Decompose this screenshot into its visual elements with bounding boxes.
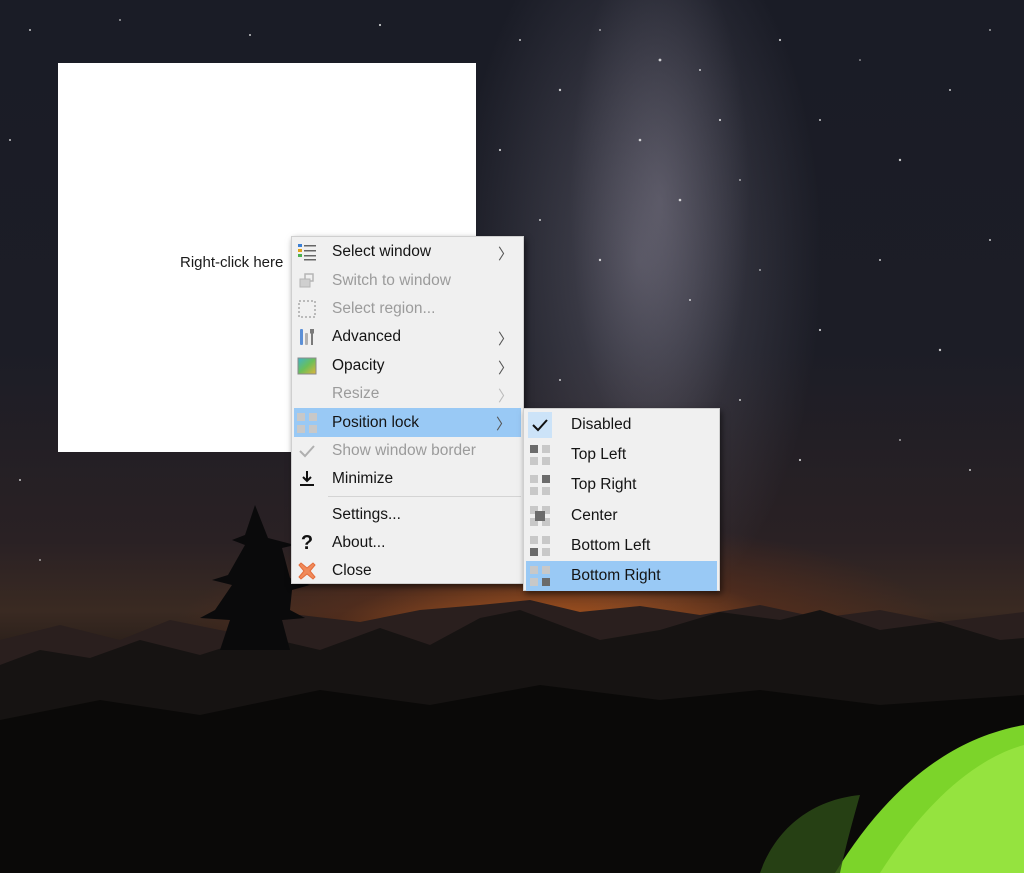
menu-item-switch-to-window[interactable]: Switch to window [292, 266, 523, 294]
close-icon [297, 561, 317, 581]
submenu-arrow-icon: 〉 [495, 416, 511, 434]
menu-item-label: Select window [332, 243, 432, 261]
submenu-arrow-icon: 〉 [497, 387, 513, 405]
submenu-item-label: Bottom Left [571, 536, 651, 554]
bottom-right-grid-icon [530, 566, 550, 587]
switch-window-icon [297, 271, 317, 291]
top-left-grid-icon [530, 445, 550, 466]
menu-item-minimize[interactable]: Minimize [292, 465, 523, 493]
submenu-item-label: Top Left [571, 446, 627, 464]
menu-item-label: Close [332, 562, 372, 580]
question-icon: ? [300, 532, 314, 555]
top-right-grid-icon [530, 475, 550, 496]
bottom-left-grid-icon [530, 535, 550, 556]
position-lock-submenu: Disabled Top Left Top Right Center Botto… [523, 408, 720, 592]
context-menu: Select window 〉 Switch to window Select … [291, 236, 524, 584]
menu-item-label: Resize [332, 385, 380, 403]
menu-item-label: Opacity [332, 356, 385, 374]
menu-item-label: Advanced [332, 328, 401, 346]
menu-item-label: Switch to window [332, 271, 451, 289]
submenu-item-top-right[interactable]: Top Right [524, 470, 719, 500]
menu-item-show-window-border[interactable]: Show window border [292, 437, 523, 465]
menu-item-settings[interactable]: Settings... [292, 501, 523, 529]
submenu-arrow-icon: 〉 [497, 331, 513, 349]
menu-item-select-region[interactable]: Select region... [292, 295, 523, 323]
select-region-icon [297, 299, 317, 319]
minimize-icon [297, 469, 317, 489]
submenu-arrow-icon: 〉 [497, 246, 513, 263]
submenu-item-label: Top Right [571, 476, 637, 494]
submenu-item-top-left[interactable]: Top Left [524, 440, 719, 470]
menu-item-resize[interactable]: Resize 〉 [292, 380, 523, 408]
position-grid-icon [297, 412, 317, 433]
opacity-icon [297, 356, 317, 376]
menu-item-advanced[interactable]: Advanced 〉 [292, 323, 523, 351]
menu-separator [328, 495, 521, 497]
right-click-hint: Right-click here [180, 254, 284, 271]
menu-item-label: Position lock [332, 413, 420, 431]
menu-item-about[interactable]: ? About... [292, 529, 523, 557]
checkmark-icon [297, 441, 317, 461]
menu-item-close[interactable]: Close [292, 557, 523, 585]
submenu-arrow-icon: 〉 [497, 359, 513, 377]
submenu-item-disabled[interactable]: Disabled [524, 410, 719, 440]
submenu-item-label: Bottom Right [571, 567, 661, 585]
submenu-item-bottom-right[interactable]: Bottom Right [526, 560, 717, 592]
submenu-item-center[interactable]: Center [524, 501, 719, 531]
menu-item-label: About... [332, 534, 386, 552]
menu-item-label: Select region... [332, 299, 436, 317]
menu-item-opacity[interactable]: Opacity 〉 [292, 352, 523, 380]
center-grid-icon [530, 505, 550, 526]
submenu-item-label: Center [571, 506, 618, 524]
select-window-icon [297, 242, 317, 262]
menu-item-label: Minimize [332, 470, 394, 488]
menu-item-label: Show window border [332, 441, 476, 459]
menu-item-position-lock[interactable]: Position lock 〉 [294, 408, 521, 437]
submenu-item-label: Disabled [571, 416, 632, 434]
submenu-item-bottom-left[interactable]: Bottom Left [524, 531, 719, 561]
menu-item-select-window[interactable]: Select window 〉 [292, 238, 523, 266]
tools-icon [297, 327, 317, 347]
checkmark-icon [528, 412, 552, 439]
menu-item-label: Settings... [332, 505, 401, 523]
